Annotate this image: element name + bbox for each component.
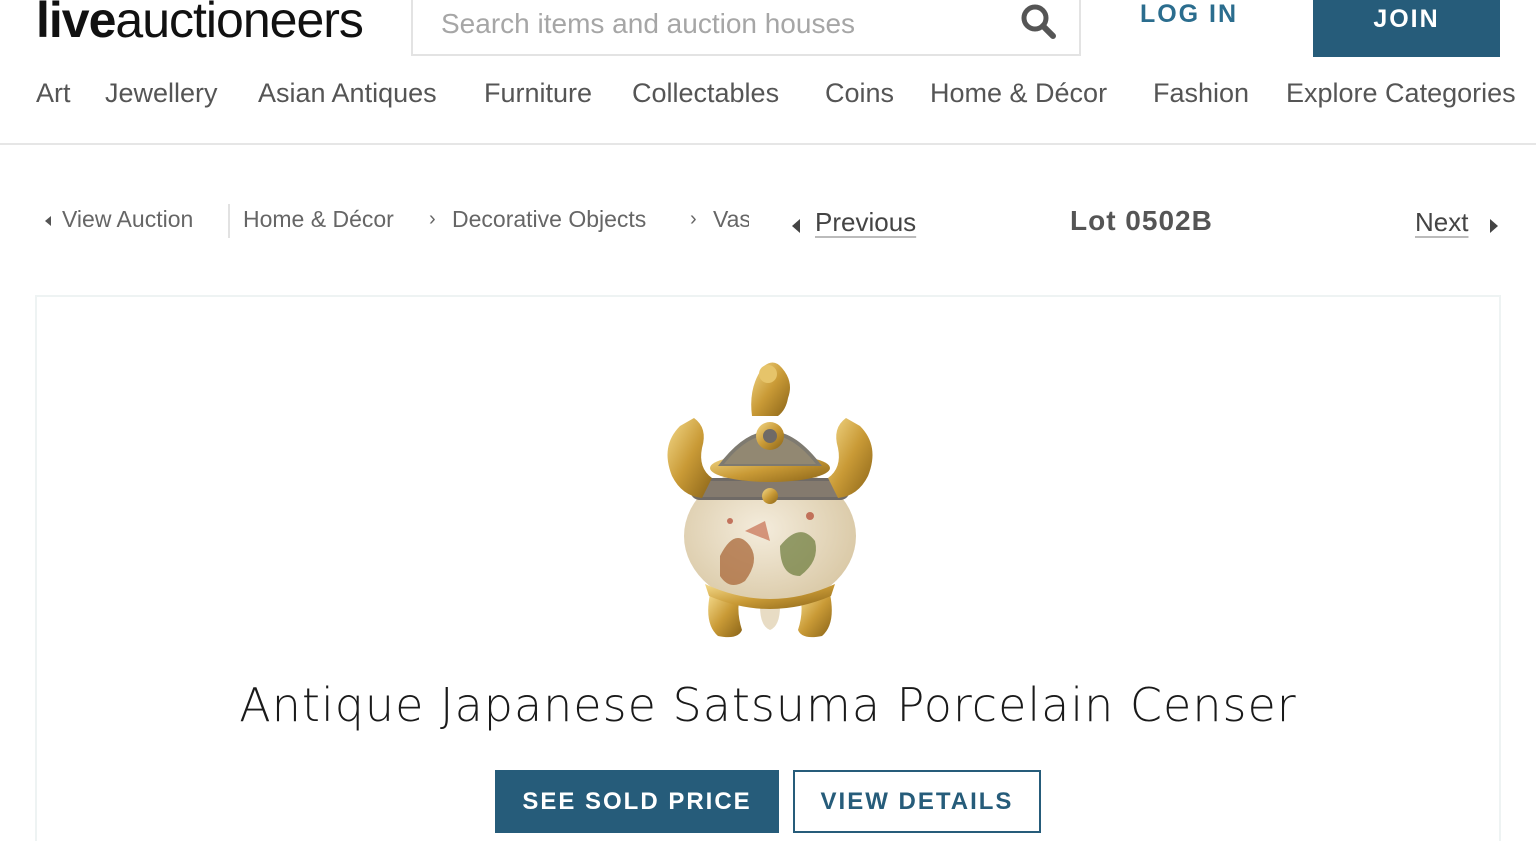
category-coins[interactable]: Coins — [825, 78, 894, 109]
view-details-button[interactable]: VIEW DETAILS — [793, 770, 1041, 833]
breadcrumb-home-decor[interactable]: Home & Décor — [243, 206, 394, 233]
logo-bold-text: live — [36, 0, 116, 48]
caret-left-icon — [792, 219, 800, 233]
category-collectables[interactable]: Collectables — [632, 78, 779, 109]
chevron-right-icon: › — [429, 208, 436, 230]
liveauctioneers-logo[interactable]: liveauctioneers — [36, 0, 364, 52]
caret-left-icon — [45, 216, 51, 226]
category-home-decor[interactable]: Home & Décor — [930, 78, 1107, 109]
search-input[interactable] — [441, 4, 1001, 44]
chevron-right-icon: › — [690, 208, 697, 230]
previous-label: Previous — [815, 207, 917, 237]
category-furniture[interactable]: Furniture — [484, 78, 592, 109]
view-auction-link[interactable]: View Auction — [62, 206, 193, 233]
join-button[interactable]: JOIN — [1313, 0, 1500, 57]
satsuma-censer-image[interactable] — [660, 356, 880, 646]
next-label: Next — [1415, 207, 1469, 237]
breadcrumb-vases[interactable]: Vases — [713, 206, 749, 233]
category-fashion[interactable]: Fashion — [1153, 78, 1249, 109]
category-nav: Art Jewellery Asian Antiques Furniture C… — [0, 78, 1536, 124]
item-title: Antique Japanese Satsuma Porcelain Cense… — [239, 678, 1297, 732]
category-jewellery[interactable]: Jewellery — [105, 78, 218, 109]
login-button[interactable]: LOG IN — [1120, 0, 1258, 40]
header-divider — [0, 143, 1536, 145]
category-art[interactable]: Art — [36, 78, 71, 109]
logo-light-text: auctioneers — [115, 0, 363, 48]
category-asian-antiques[interactable]: Asian Antiques — [258, 78, 437, 109]
search-box — [411, 0, 1081, 56]
top-header: liveauctioneers LOG IN JOIN — [0, 0, 1536, 70]
next-lot-link[interactable]: Next — [1415, 205, 1505, 245]
breadcrumb-decorative-objects[interactable]: Decorative Objects — [452, 206, 646, 233]
lot-number: Lot 0502B — [1070, 205, 1213, 236]
category-explore[interactable]: Explore Categories — [1286, 78, 1516, 109]
breadcrumb-divider — [228, 204, 230, 238]
see-sold-price-button[interactable]: SEE SOLD PRICE — [495, 770, 779, 833]
search-icon[interactable] — [1017, 0, 1061, 44]
caret-right-icon — [1490, 219, 1498, 233]
